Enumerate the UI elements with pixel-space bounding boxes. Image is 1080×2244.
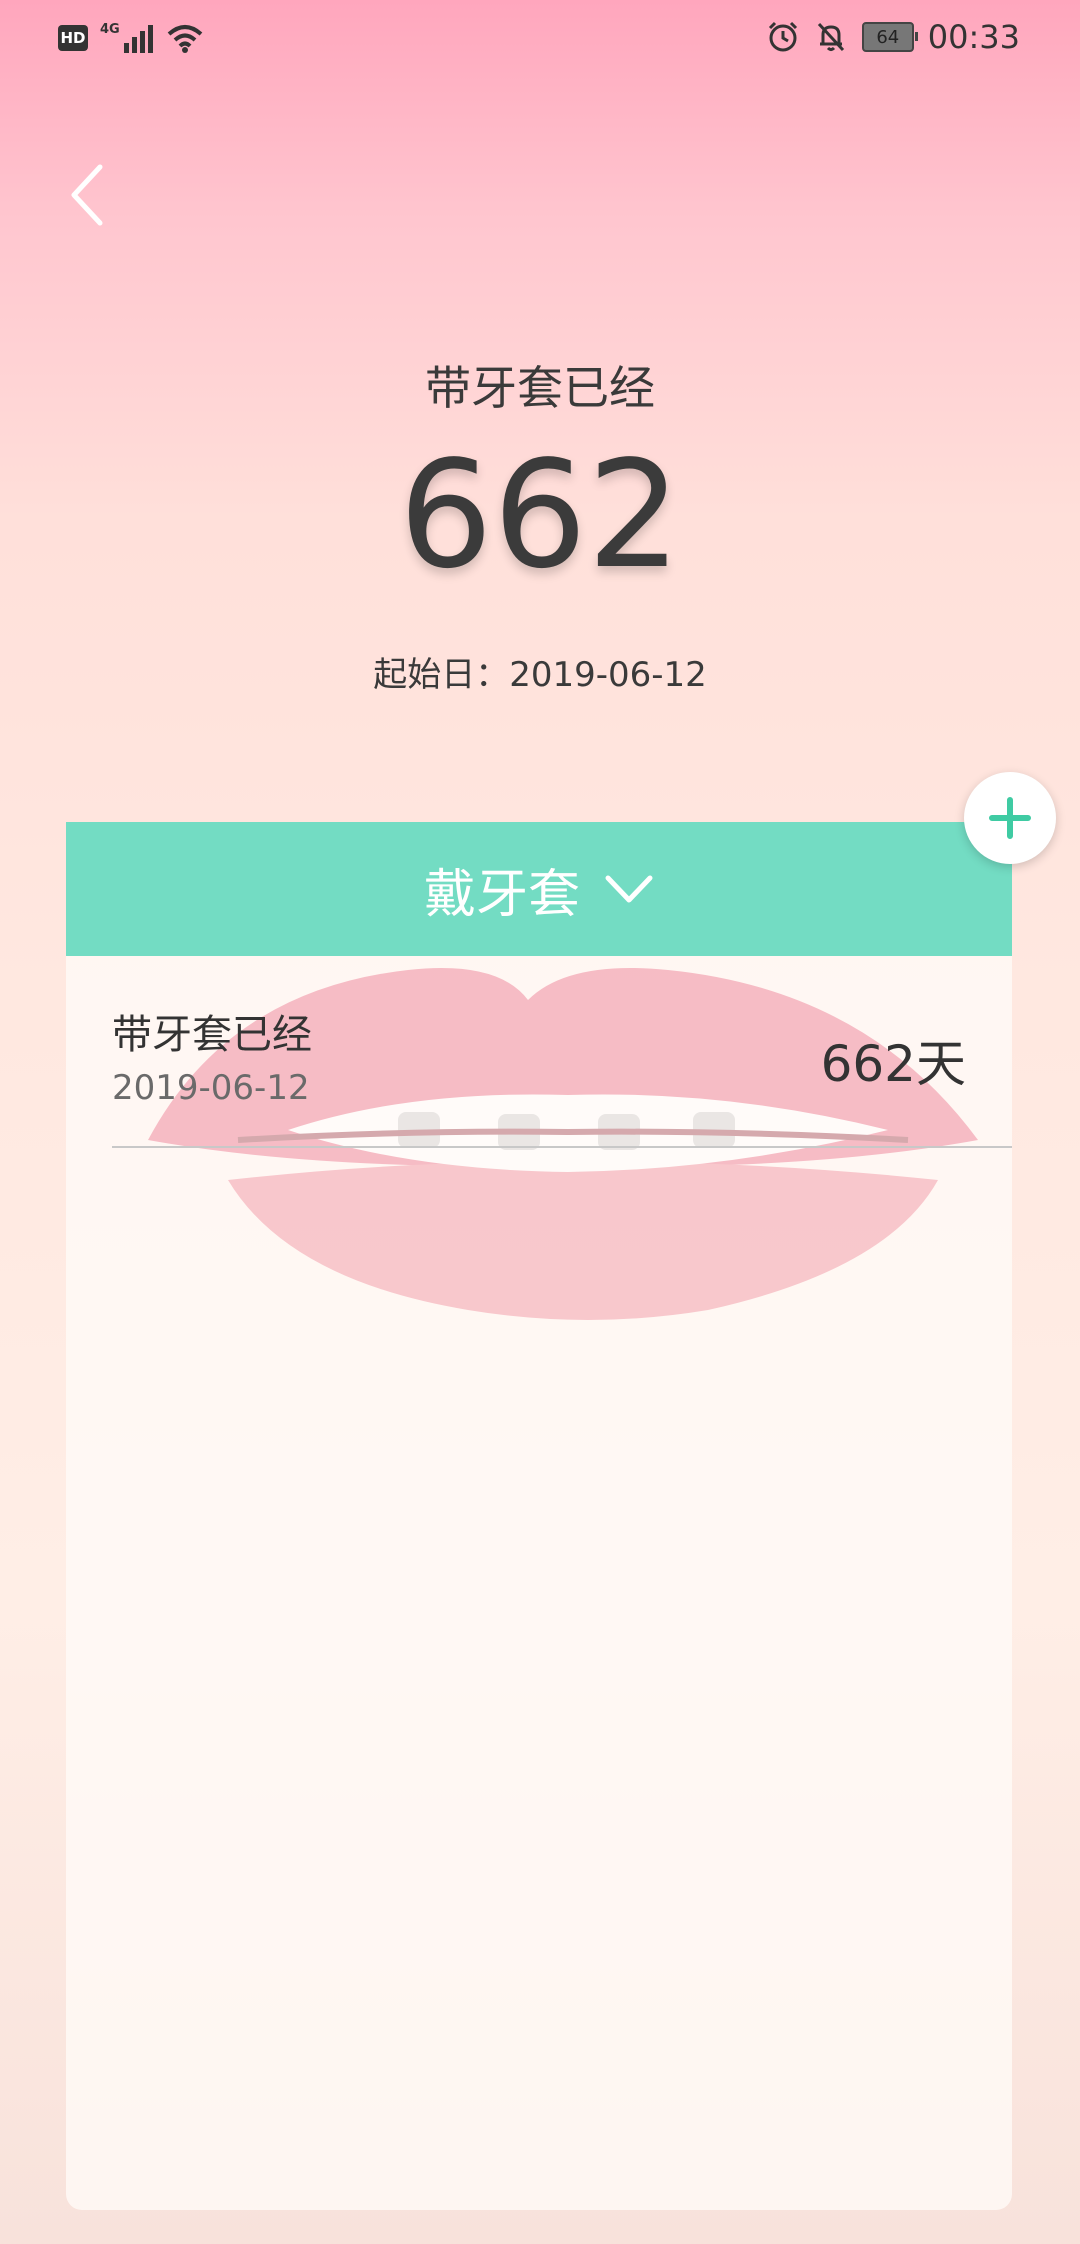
- alarm-icon: [768, 21, 797, 52]
- start-date-value: 2019-06-12: [509, 655, 707, 695]
- start-date-line: 起始日：2019-06-12: [0, 647, 1080, 696]
- list-item[interactable]: 带牙套已经 2019-06-12 662天: [66, 956, 1012, 1148]
- status-bar: HD 4G 64 00:33: [0, 0, 1080, 80]
- status-right: 64 00:33: [766, 18, 1020, 56]
- category-label: 戴牙套: [423, 864, 580, 925]
- chevron-down-icon: [605, 875, 653, 903]
- category-dropdown[interactable]: 戴牙套: [66, 822, 1012, 956]
- page-title: 带牙套已经: [425, 361, 655, 415]
- records-card: 戴牙套 带牙套已经 2019-06-12 662天: [66, 822, 1012, 2210]
- record-title: 带牙套已经: [112, 1012, 312, 1058]
- add-button[interactable]: [964, 772, 1056, 864]
- record-days: 662天: [820, 1035, 966, 1093]
- signal-icon: [123, 23, 153, 53]
- bell-off-icon: [817, 22, 844, 52]
- plus-icon: [989, 797, 1031, 839]
- chevron-left-icon: [71, 164, 103, 226]
- days-count: 662: [398, 429, 682, 601]
- battery-indicator: 64: [861, 22, 918, 52]
- back-button[interactable]: [60, 155, 120, 235]
- status-left: HD 4G: [58, 22, 205, 54]
- start-date-label: 起始日：: [373, 655, 510, 695]
- status-time: 00:33: [927, 18, 1020, 56]
- network-type: 4G: [100, 21, 120, 37]
- hd-badge: HD: [58, 25, 88, 51]
- divider: [112, 1146, 1012, 1148]
- record-date: 2019-06-12: [112, 1068, 310, 1108]
- wifi-icon: [167, 25, 203, 53]
